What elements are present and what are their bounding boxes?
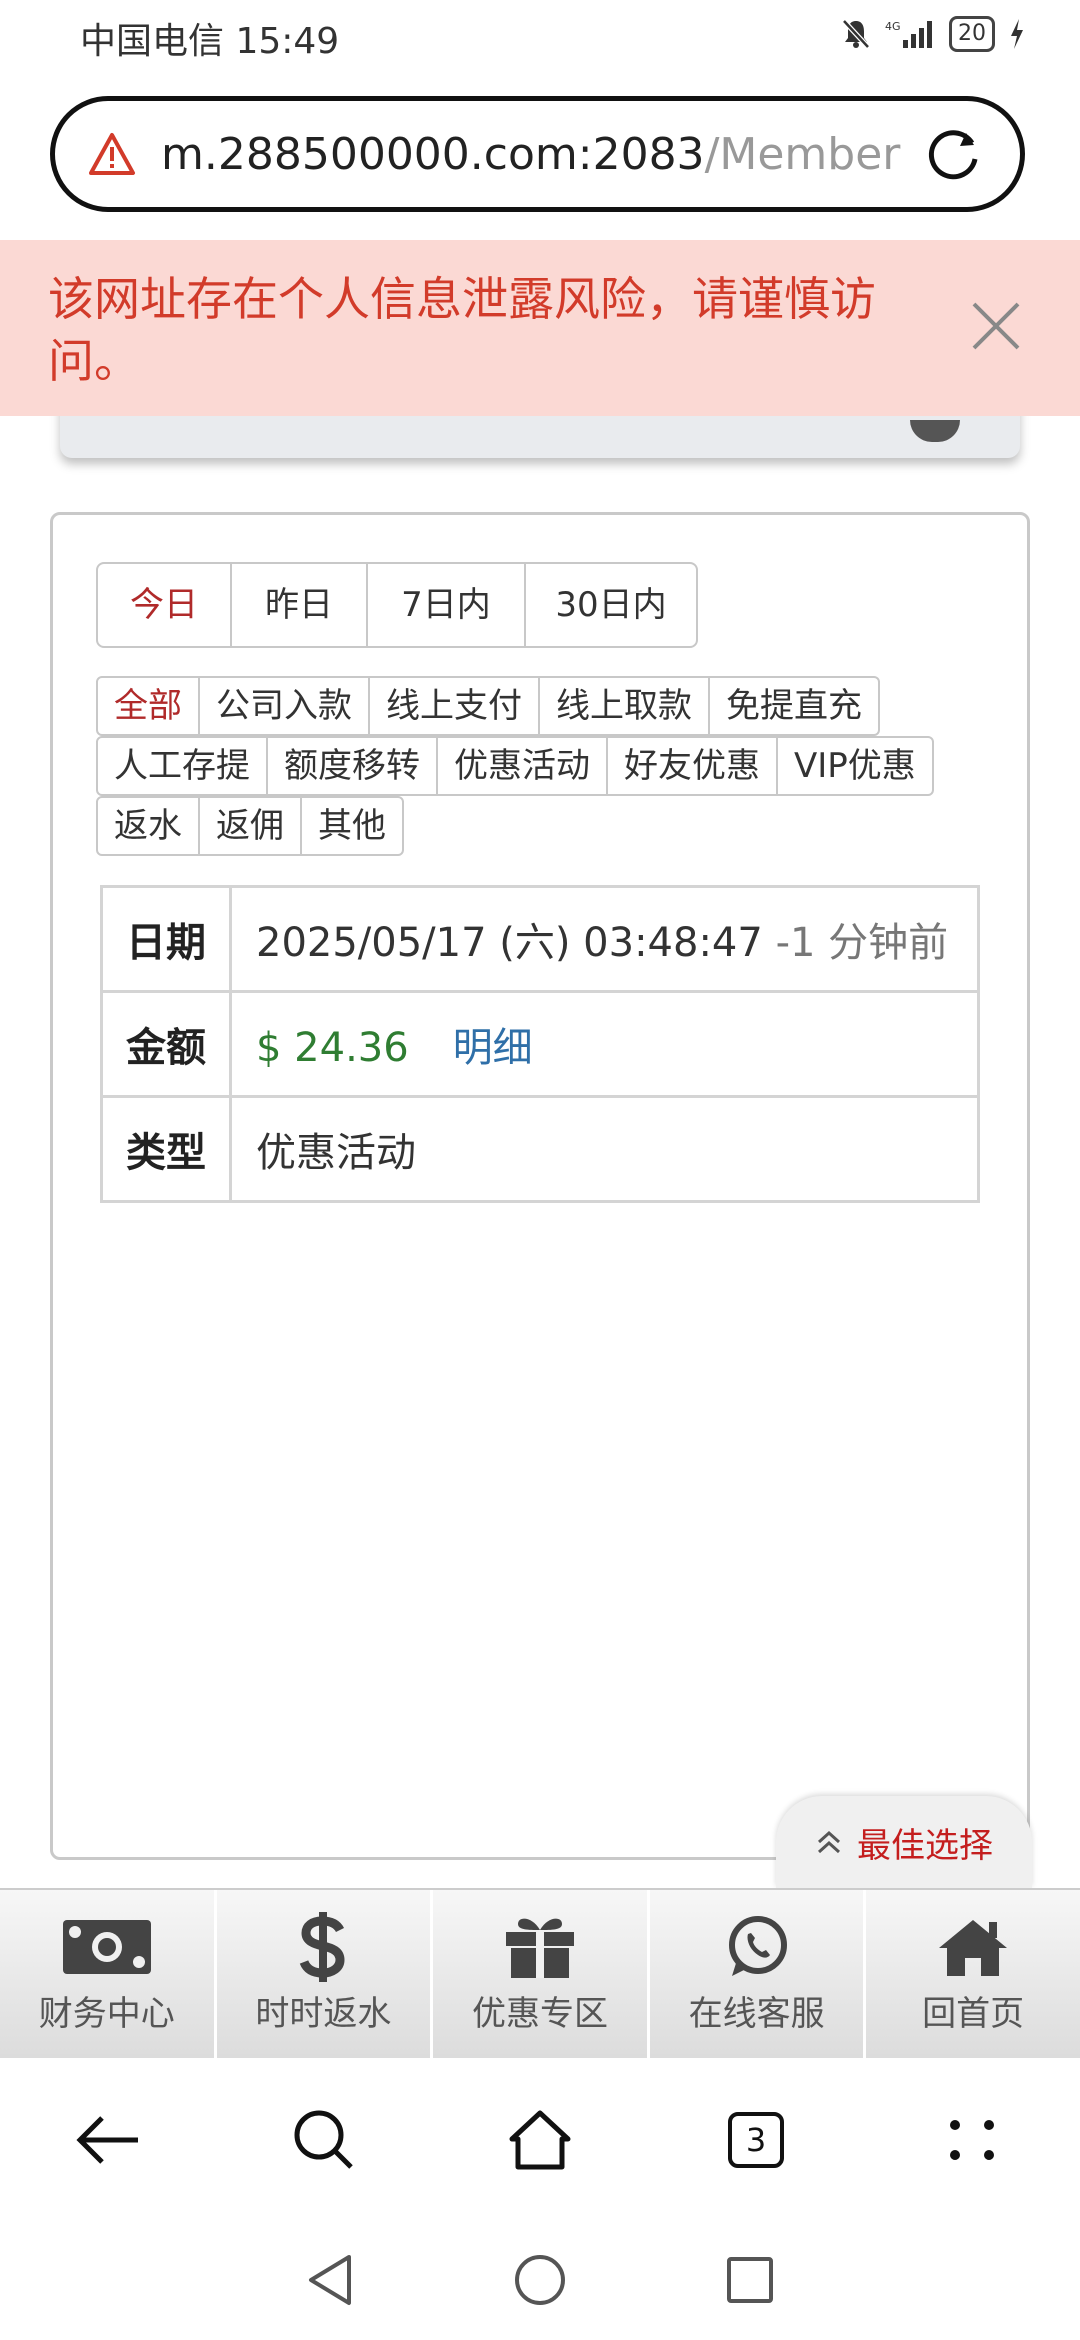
charging-icon <box>1011 19 1023 49</box>
close-icon[interactable] <box>970 300 1022 352</box>
home-icon <box>927 1914 1019 1980</box>
table-row: 类型 优惠活动 <box>100 1095 980 1203</box>
tab-yesterday[interactable]: 昨日 <box>232 564 368 646</box>
signal-icon: 4G <box>885 20 932 48</box>
best-choice-label: 最佳选择 <box>857 1825 993 1866</box>
card-toggle-icon[interactable] <box>910 420 960 442</box>
type-tab-other[interactable]: 其他 <box>302 798 402 854</box>
type-label: 类型 <box>100 1095 232 1203</box>
amount-value: $ 24.36 <box>256 1025 409 1071</box>
menu-button[interactable] <box>927 2095 1017 2185</box>
date-filter-tabs: 今日 昨日 7日内 30日内 <box>96 562 698 648</box>
nav-instant-rebate[interactable]: 时时返水 <box>217 1890 434 2058</box>
reload-icon[interactable] <box>922 123 984 185</box>
nav-label: 回首页 <box>922 1993 1025 2034</box>
site-bottom-nav: 财务中心 时时返水 优惠专区 在线客服 回首页 <box>0 1888 1080 2058</box>
type-tab-online-withdraw[interactable]: 线上取款 <box>540 678 710 734</box>
date-value: 2025/05/17 (六) 03:48:47 <box>256 920 763 966</box>
type-filter-row-1: 全部 公司入款 线上支付 线上取款 免提直充 <box>96 676 880 736</box>
tab-30-days[interactable]: 30日内 <box>526 564 696 646</box>
type-tab-promotion[interactable]: 优惠活动 <box>438 738 608 794</box>
best-choice-button[interactable]: 最佳选择 <box>776 1796 1032 1888</box>
type-tab-transfer[interactable]: 额度移转 <box>268 738 438 794</box>
nav-label: 时时返水 <box>255 1993 392 2034</box>
status-icons: 4G 20 <box>841 16 1025 52</box>
search-button[interactable] <box>279 2095 369 2185</box>
type-tab-commission[interactable]: 返佣 <box>200 798 302 854</box>
system-nav-bar <box>0 2220 1080 2340</box>
type-tab-vip-bonus[interactable]: VIP优惠 <box>778 738 932 794</box>
nav-home[interactable]: 回首页 <box>866 1890 1080 2058</box>
url-text[interactable]: m.288500000.com:2083/MemberC <box>161 129 901 180</box>
security-warning-banner: 该网址存在个人信息泄露风险，请谨慎访问。 <box>0 240 1080 416</box>
system-home-button[interactable] <box>510 2250 570 2310</box>
type-filter-row-2: 人工存提 额度移转 优惠活动 好友优惠 VIP优惠 <box>96 736 934 796</box>
nav-label: 财务中心 <box>38 1993 175 2034</box>
home-outline-icon <box>509 2110 571 2170</box>
type-filter-row-3: 返水 返佣 其他 <box>96 796 404 856</box>
nav-finance-center[interactable]: 财务中心 <box>0 1890 217 2058</box>
search-icon <box>294 2110 353 2169</box>
type-tab-friend-bonus[interactable]: 好友优惠 <box>608 738 778 794</box>
record-detail-table: 日期 2025/05/17 (六) 03:48:47 -1 分钟前 金额 $ 2… <box>100 885 980 1203</box>
type-tab-all[interactable]: 全部 <box>98 678 200 734</box>
url-main: m.288500000.com:2083 <box>161 128 705 180</box>
home-button[interactable] <box>495 2095 585 2185</box>
svg-text:4G: 4G <box>885 20 901 33</box>
warning-icon[interactable] <box>87 129 137 179</box>
arrow-left-icon <box>76 2116 138 2164</box>
type-tab-rebate[interactable]: 返水 <box>98 798 200 854</box>
type-tab-company-deposit[interactable]: 公司入款 <box>200 678 370 734</box>
browser-toolbar: 3 <box>0 2060 1080 2220</box>
amount-cell: $ 24.36 明细 <box>229 990 980 1098</box>
square-recents-icon <box>727 2257 773 2303</box>
type-tab-direct-topup[interactable]: 免提直充 <box>710 678 878 734</box>
double-chevron-up-icon <box>817 1830 841 1854</box>
triangle-back-icon <box>309 2255 351 2305</box>
type-tab-manual[interactable]: 人工存提 <box>98 738 268 794</box>
tab-today[interactable]: 今日 <box>98 564 232 646</box>
nav-label: 在线客服 <box>688 1993 825 2034</box>
date-label: 日期 <box>100 885 232 993</box>
status-bar: 中国电信 15:49 4G 20 <box>0 0 1080 80</box>
system-back-button[interactable] <box>300 2250 360 2310</box>
detail-link[interactable]: 明细 <box>453 1025 533 1071</box>
nav-online-support[interactable]: 在线客服 <box>650 1890 867 2058</box>
dots-menu-icon <box>950 2120 994 2160</box>
mute-bell-icon <box>842 19 870 49</box>
dollar-icon <box>277 1911 369 1982</box>
type-value: 优惠活动 <box>229 1095 980 1203</box>
nav-promotions[interactable]: 优惠专区 <box>433 1890 650 2058</box>
carrier-time: 中国电信 15:49 <box>80 21 340 62</box>
address-bar[interactable]: m.288500000.com:2083/MemberC <box>50 96 1025 212</box>
tab-count: 3 <box>728 2112 784 2168</box>
tabs-button[interactable]: 3 <box>711 2095 801 2185</box>
battery-indicator: 20 <box>949 16 995 52</box>
table-row: 金额 $ 24.36 明细 <box>100 990 980 1098</box>
whatsapp-icon <box>711 1914 803 1980</box>
amount-label: 金额 <box>100 990 232 1098</box>
url-path: /MemberC <box>704 128 901 180</box>
tab-7-days[interactable]: 7日内 <box>368 564 526 646</box>
type-tab-online-payment[interactable]: 线上支付 <box>370 678 540 734</box>
back-button[interactable] <box>63 2095 153 2185</box>
gift-icon <box>494 1914 586 1980</box>
circle-home-icon <box>515 2255 565 2305</box>
money-icon <box>61 1914 153 1980</box>
security-warning-text: 该网址存在个人信息泄露风险，请谨慎访问。 <box>48 272 876 388</box>
nav-label: 优惠专区 <box>471 1993 608 2034</box>
table-row: 日期 2025/05/17 (六) 03:48:47 -1 分钟前 <box>100 885 980 993</box>
date-cell: 2025/05/17 (六) 03:48:47 -1 分钟前 <box>229 885 980 993</box>
time-ago: -1 分钟前 <box>775 920 949 966</box>
system-recents-button[interactable] <box>720 2250 780 2310</box>
